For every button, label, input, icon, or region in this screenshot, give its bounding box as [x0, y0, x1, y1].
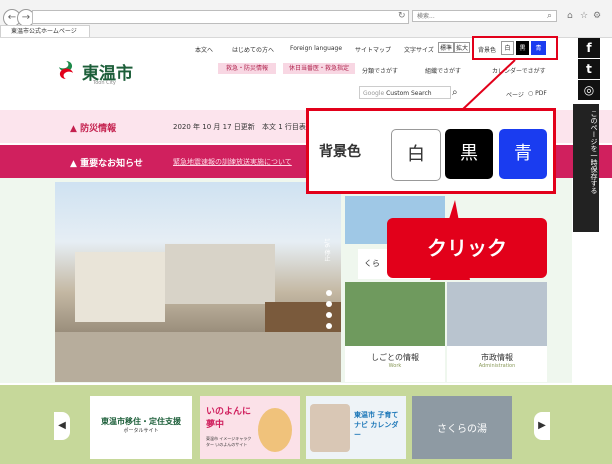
zoomed-black-button: 黒: [445, 129, 493, 179]
click-callout: クリック: [387, 218, 547, 278]
zoomed-blue-button: 青: [499, 129, 547, 179]
zoomed-bg-color-panel: 背景色 白 黒 青: [306, 108, 556, 194]
zoomed-white-button: 白: [391, 129, 441, 181]
zoomed-bg-label: 背景色: [319, 144, 361, 160]
